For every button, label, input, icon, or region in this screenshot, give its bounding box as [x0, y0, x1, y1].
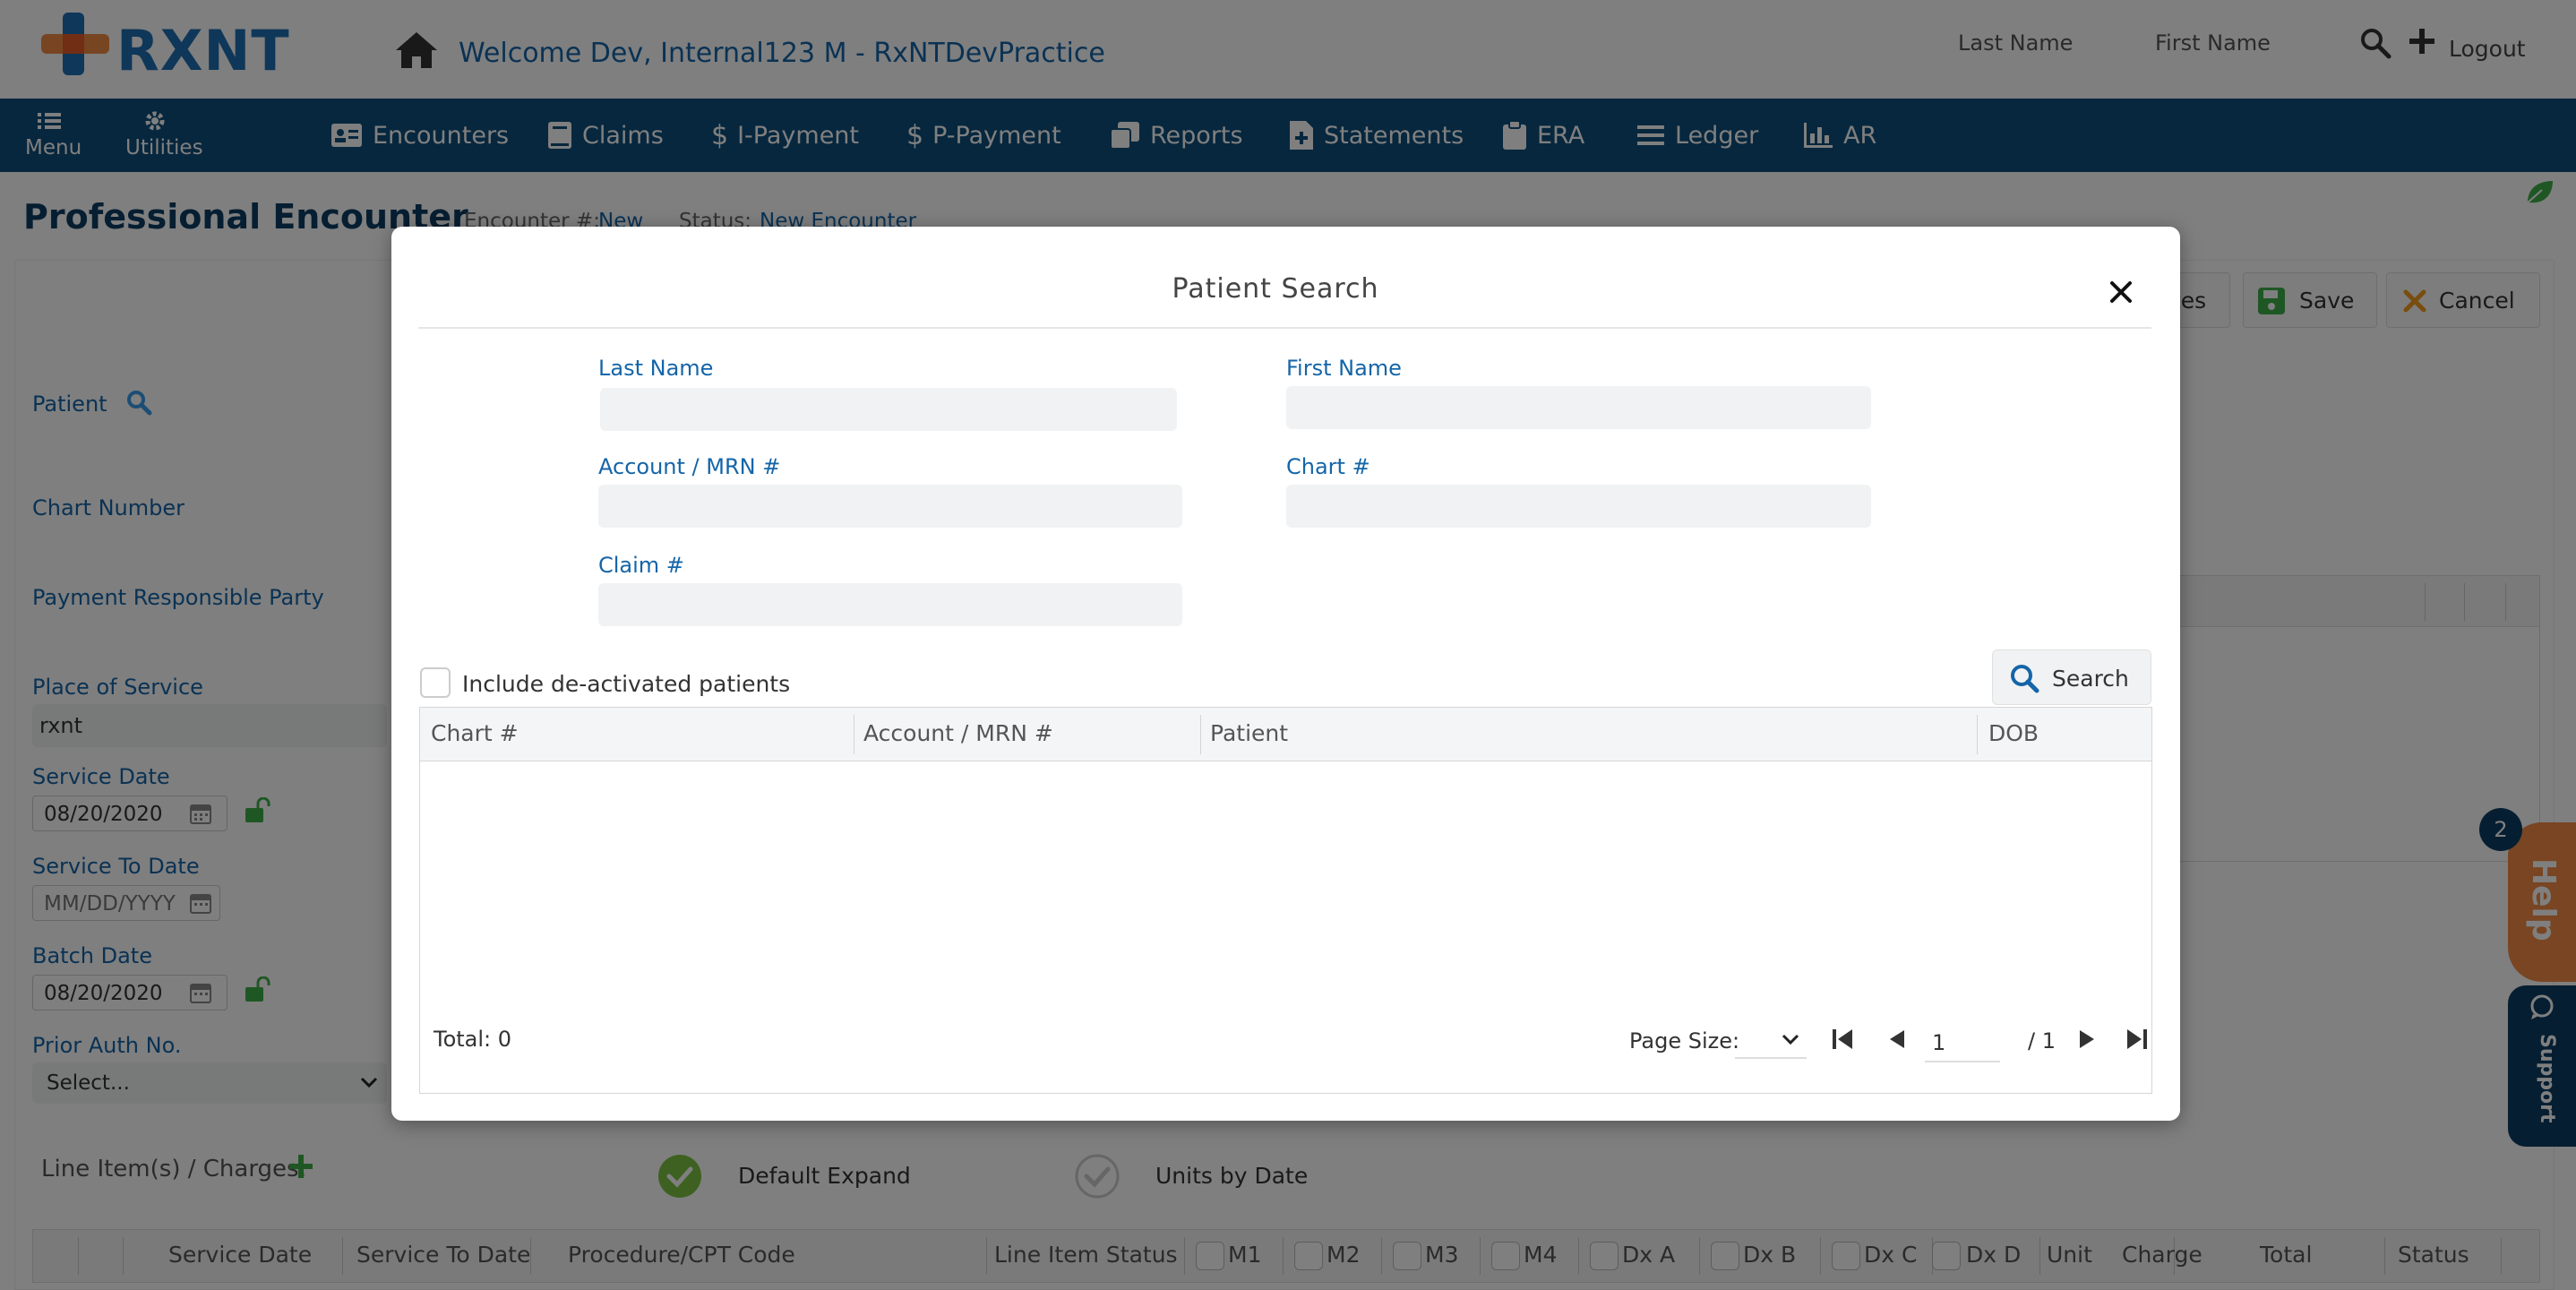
claim-label: Claim #	[598, 553, 684, 578]
search-button-label: Search	[2052, 666, 2129, 692]
patient-search-modal: Patient Search Last Name First Name Acco…	[391, 227, 2180, 1121]
col-account-mrn: Account / MRN #	[863, 720, 1053, 746]
claim-input[interactable]	[598, 583, 1182, 626]
account-mrn-input[interactable]	[598, 485, 1182, 528]
page-number-input[interactable]: 1	[1925, 1019, 2000, 1062]
prev-page-icon[interactable]	[1887, 1028, 1907, 1050]
search-button[interactable]: Search	[1992, 649, 2151, 705]
chart-label: Chart #	[1286, 454, 1370, 479]
col-chart: Chart #	[431, 720, 519, 746]
first-name-label: First Name	[1286, 356, 1402, 381]
results-header: Chart # Account / MRN # Patient DOB	[420, 708, 2151, 761]
include-deactivated-checkbox[interactable]	[420, 667, 451, 698]
search-icon	[2011, 665, 2039, 693]
next-page-icon[interactable]	[2077, 1028, 2097, 1050]
account-mrn-label: Account / MRN #	[598, 454, 781, 479]
page-size-select[interactable]	[1735, 1019, 1807, 1059]
close-icon[interactable]	[2109, 280, 2133, 304]
results-total: Total: 0	[434, 1027, 512, 1052]
modal-title: Patient Search	[1172, 273, 1379, 305]
chevron-down-icon	[1782, 1034, 1799, 1045]
page-number-value: 1	[1932, 1030, 1946, 1055]
results-table: Chart # Account / MRN # Patient DOB Tota…	[419, 707, 2152, 1094]
modal-divider	[418, 327, 2151, 329]
last-name-label: Last Name	[598, 356, 714, 381]
first-page-icon[interactable]	[1831, 1027, 1856, 1052]
page-size-label: Page Size:	[1629, 1028, 1740, 1054]
last-name-input[interactable]	[600, 388, 1177, 431]
col-dob: DOB	[1988, 720, 2039, 746]
page-total: / 1	[2028, 1028, 2056, 1054]
col-patient: Patient	[1210, 720, 1289, 746]
include-deactivated-label: Include de-activated patients	[462, 671, 791, 697]
first-name-input[interactable]	[1286, 386, 1871, 429]
last-page-icon[interactable]	[2124, 1027, 2149, 1052]
chart-input[interactable]	[1286, 485, 1871, 528]
